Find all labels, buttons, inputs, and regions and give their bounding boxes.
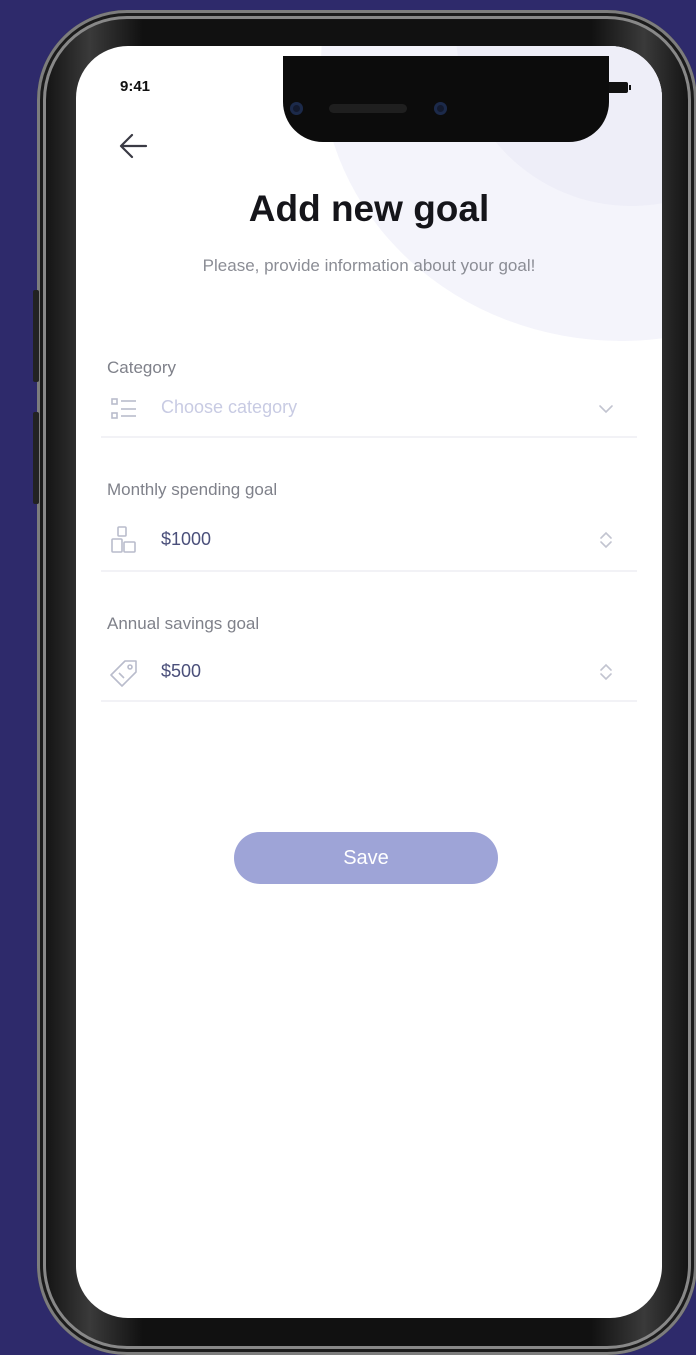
- category-label: Category: [107, 358, 176, 377]
- tag-icon: [110, 660, 137, 687]
- category-select[interactable]: Choose category: [101, 384, 641, 444]
- chevron-down-icon: [599, 405, 613, 414]
- category-placeholder: Choose category: [161, 397, 298, 417]
- list-icon: [111, 398, 136, 419]
- monthly-spending-label: Monthly spending goal: [107, 480, 278, 499]
- category-divider: [101, 436, 637, 438]
- page-title: Add new goal: [248, 188, 490, 229]
- volume-down-button: [33, 412, 39, 504]
- status-time: 9:41: [120, 78, 151, 95]
- back-arrow-icon[interactable]: [114, 126, 154, 166]
- camera-notch: [283, 56, 609, 142]
- earpiece-speaker: [329, 104, 407, 113]
- annual-savings-input[interactable]: $500: [101, 648, 641, 708]
- front-camera-dot: [290, 102, 303, 115]
- stepper-icon[interactable]: [595, 528, 617, 552]
- monthly-spending-divider: [101, 570, 637, 572]
- save-button[interactable]: Save: [234, 832, 498, 884]
- monthly-spending-input[interactable]: $1000: [101, 516, 641, 576]
- coins-icon: [111, 526, 136, 553]
- annual-savings-divider: [101, 700, 637, 702]
- monthly-spending-value: $1000: [161, 529, 212, 549]
- volume-up-button: [33, 290, 39, 382]
- annual-savings-label: Annual savings goal: [107, 614, 260, 633]
- stepper-icon[interactable]: [595, 660, 617, 684]
- phone-screen: 9:41 Add new goal Please, provide inform…: [76, 46, 662, 1318]
- page-subtitle: Please, provide information about your g…: [202, 256, 536, 275]
- annual-savings-value: $500: [161, 661, 202, 681]
- sensor-dot: [434, 102, 447, 115]
